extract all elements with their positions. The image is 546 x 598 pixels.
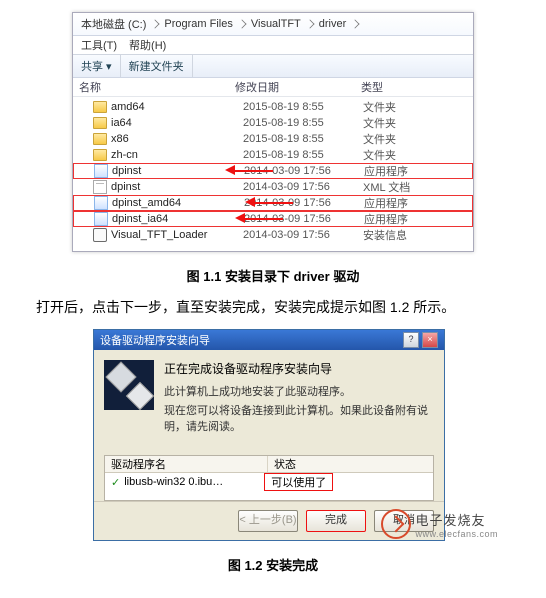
folder-icon [93, 101, 107, 113]
file-date: 2015-08-19 8:55 [243, 117, 363, 129]
menu-help[interactable]: 帮助(H) [129, 37, 166, 53]
wizard-title-text: 设备驱动程序安装向导 [100, 332, 210, 348]
watermark-logo-icon [381, 509, 411, 539]
col-name[interactable]: 名称 [73, 79, 229, 95]
file-type: 应用程序 [364, 163, 472, 179]
highlight-arrow-icon [243, 214, 291, 224]
xml-icon [93, 180, 107, 194]
file-name: Visual_TFT_Loader [111, 229, 207, 241]
watermark: 电子发烧友 www.elecfans.com [381, 509, 498, 539]
file-date: 2015-08-19 8:55 [243, 149, 363, 161]
toolbar-share-label: 共享 ▾ [81, 58, 112, 74]
setup-info-icon [93, 228, 107, 242]
wizard-wrap: 设备驱动程序安装向导 ? × 正在完成设备驱动程序安装向导 此计算机上成功地安装… [58, 329, 488, 541]
window-controls: ? × [403, 332, 438, 348]
driver-table: 驱动程序名 状态 ✓ libusb-win32 0.ibu… 可以使用了 [104, 455, 434, 501]
highlight-arrow-icon [253, 198, 301, 208]
list-header: 名称 修改日期 类型 [73, 78, 473, 97]
breadcrumb-segment[interactable]: Program Files [160, 18, 236, 30]
close-button[interactable]: × [422, 332, 438, 348]
breadcrumb-segment[interactable]: VisualTFT [247, 18, 305, 30]
watermark-en: www.elecfans.com [415, 529, 498, 539]
driver-row[interactable]: ✓ libusb-win32 0.ibu… 可以使用了 [105, 473, 433, 491]
menu-tools[interactable]: 工具(T) [81, 37, 117, 53]
breadcrumb-segment[interactable]: driver [315, 18, 351, 30]
application-icon [94, 212, 108, 226]
back-button: < 上一步(B) [238, 510, 298, 532]
file-type: 文件夹 [363, 115, 473, 131]
menubar: 工具(T) 帮助(H) [73, 36, 473, 55]
file-type: 文件夹 [363, 99, 473, 115]
explorer-window: 本地磁盘 (C:) Program Files VisualTFT driver… [72, 12, 474, 252]
file-name: x86 [111, 133, 129, 145]
wizard-p1: 此计算机上成功地安装了此驱动程序。 [164, 385, 434, 400]
file-type: 应用程序 [364, 211, 472, 227]
toolbar: 共享 ▾ 新建文件夹 [73, 55, 473, 78]
wizard-heading: 正在完成设备驱动程序安装向导 [164, 360, 434, 377]
table-row[interactable]: ia64 2015-08-19 8:55文件夹 [73, 115, 473, 131]
check-icon: ✓ [111, 476, 120, 489]
wizard-icon [104, 360, 154, 410]
watermark-cn: 电子发烧友 [415, 510, 498, 529]
body-paragraph: 打开后，点击下一步，直至安装完成，安装完成提示如图 1.2 所示。 [36, 297, 528, 317]
chevron-right-icon [305, 19, 314, 28]
application-icon [94, 196, 108, 210]
finish-button[interactable]: 完成 [306, 510, 366, 532]
table-row[interactable]: x86 2015-08-19 8:55文件夹 [73, 131, 473, 147]
toolbar-share[interactable]: 共享 ▾ [73, 55, 121, 77]
driver-table-head: 驱动程序名 状态 [105, 456, 433, 473]
figure-caption-1: 图 1.1 安装目录下 driver 驱动 [12, 266, 534, 285]
toolbar-new-folder-label: 新建文件夹 [129, 58, 184, 74]
driver-status: 可以使用了 [264, 473, 333, 491]
driver-name: libusb-win32 0.ibu… [124, 476, 264, 488]
toolbar-new-folder[interactable]: 新建文件夹 [121, 55, 193, 77]
application-icon [94, 164, 108, 178]
file-type: 文件夹 [363, 131, 473, 147]
wizard-p2: 现在您可以将设备连接到此计算机。如果此设备附有说明，请先阅读。 [164, 404, 434, 435]
file-name: zh-cn [111, 149, 138, 161]
file-type: 安装信息 [363, 227, 473, 243]
folder-icon [93, 133, 107, 145]
breadcrumb[interactable]: 本地磁盘 (C:) Program Files VisualTFT driver [73, 13, 473, 36]
table-row[interactable]: amd64 2015-08-19 8:55文件夹 [73, 99, 473, 115]
file-name: dpinst [111, 181, 140, 193]
folder-icon [93, 149, 107, 161]
file-name: dpinst_ia64 [112, 213, 168, 225]
wizard-titlebar[interactable]: 设备驱动程序安装向导 ? × [94, 330, 444, 350]
col-type[interactable]: 类型 [355, 79, 473, 95]
file-date: 2015-08-19 8:55 [243, 133, 363, 145]
file-name: dpinst_amd64 [112, 197, 181, 209]
file-type: 文件夹 [363, 147, 473, 163]
watermark-text: 电子发烧友 www.elecfans.com [415, 510, 498, 539]
file-list: amd642015-08-19 8:55文件夹ia642015-08-19 8:… [73, 97, 473, 251]
file-name: dpinst [112, 165, 141, 177]
chevron-right-icon [151, 19, 160, 28]
table-row[interactable]: zh-cn 2015-08-19 8:55文件夹 [73, 147, 473, 163]
wizard-text: 正在完成设备驱动程序安装向导 此计算机上成功地安装了此驱动程序。 现在您可以将设… [164, 360, 434, 439]
chevron-right-icon [237, 19, 246, 28]
driver-col-status: 状态 [268, 456, 302, 472]
chevron-right-icon [351, 19, 360, 28]
driver-col-name: 驱动程序名 [105, 456, 268, 472]
figure-caption-2: 图 1.2 安装完成 [12, 555, 534, 574]
file-type: 应用程序 [364, 195, 472, 211]
file-name: amd64 [111, 101, 145, 113]
file-name: ia64 [111, 117, 132, 129]
file-date: 2014-03-09 17:56 [243, 181, 363, 193]
wizard-body: 正在完成设备驱动程序安装向导 此计算机上成功地安装了此驱动程序。 现在您可以将设… [94, 350, 444, 449]
highlight-arrow-icon [233, 166, 281, 176]
help-button[interactable]: ? [403, 332, 419, 348]
table-row[interactable]: dpinst 2014-03-09 17:56XML 文档 [73, 179, 473, 195]
file-date: 2015-08-19 8:55 [243, 101, 363, 113]
file-type: XML 文档 [363, 179, 473, 195]
col-date[interactable]: 修改日期 [229, 79, 355, 95]
folder-icon [93, 117, 107, 129]
breadcrumb-segment[interactable]: 本地磁盘 (C:) [77, 16, 150, 32]
file-date: 2014-03-09 17:56 [243, 229, 363, 241]
table-row[interactable]: Visual_TFT_Loader 2014-03-09 17:56安装信息 [73, 227, 473, 243]
